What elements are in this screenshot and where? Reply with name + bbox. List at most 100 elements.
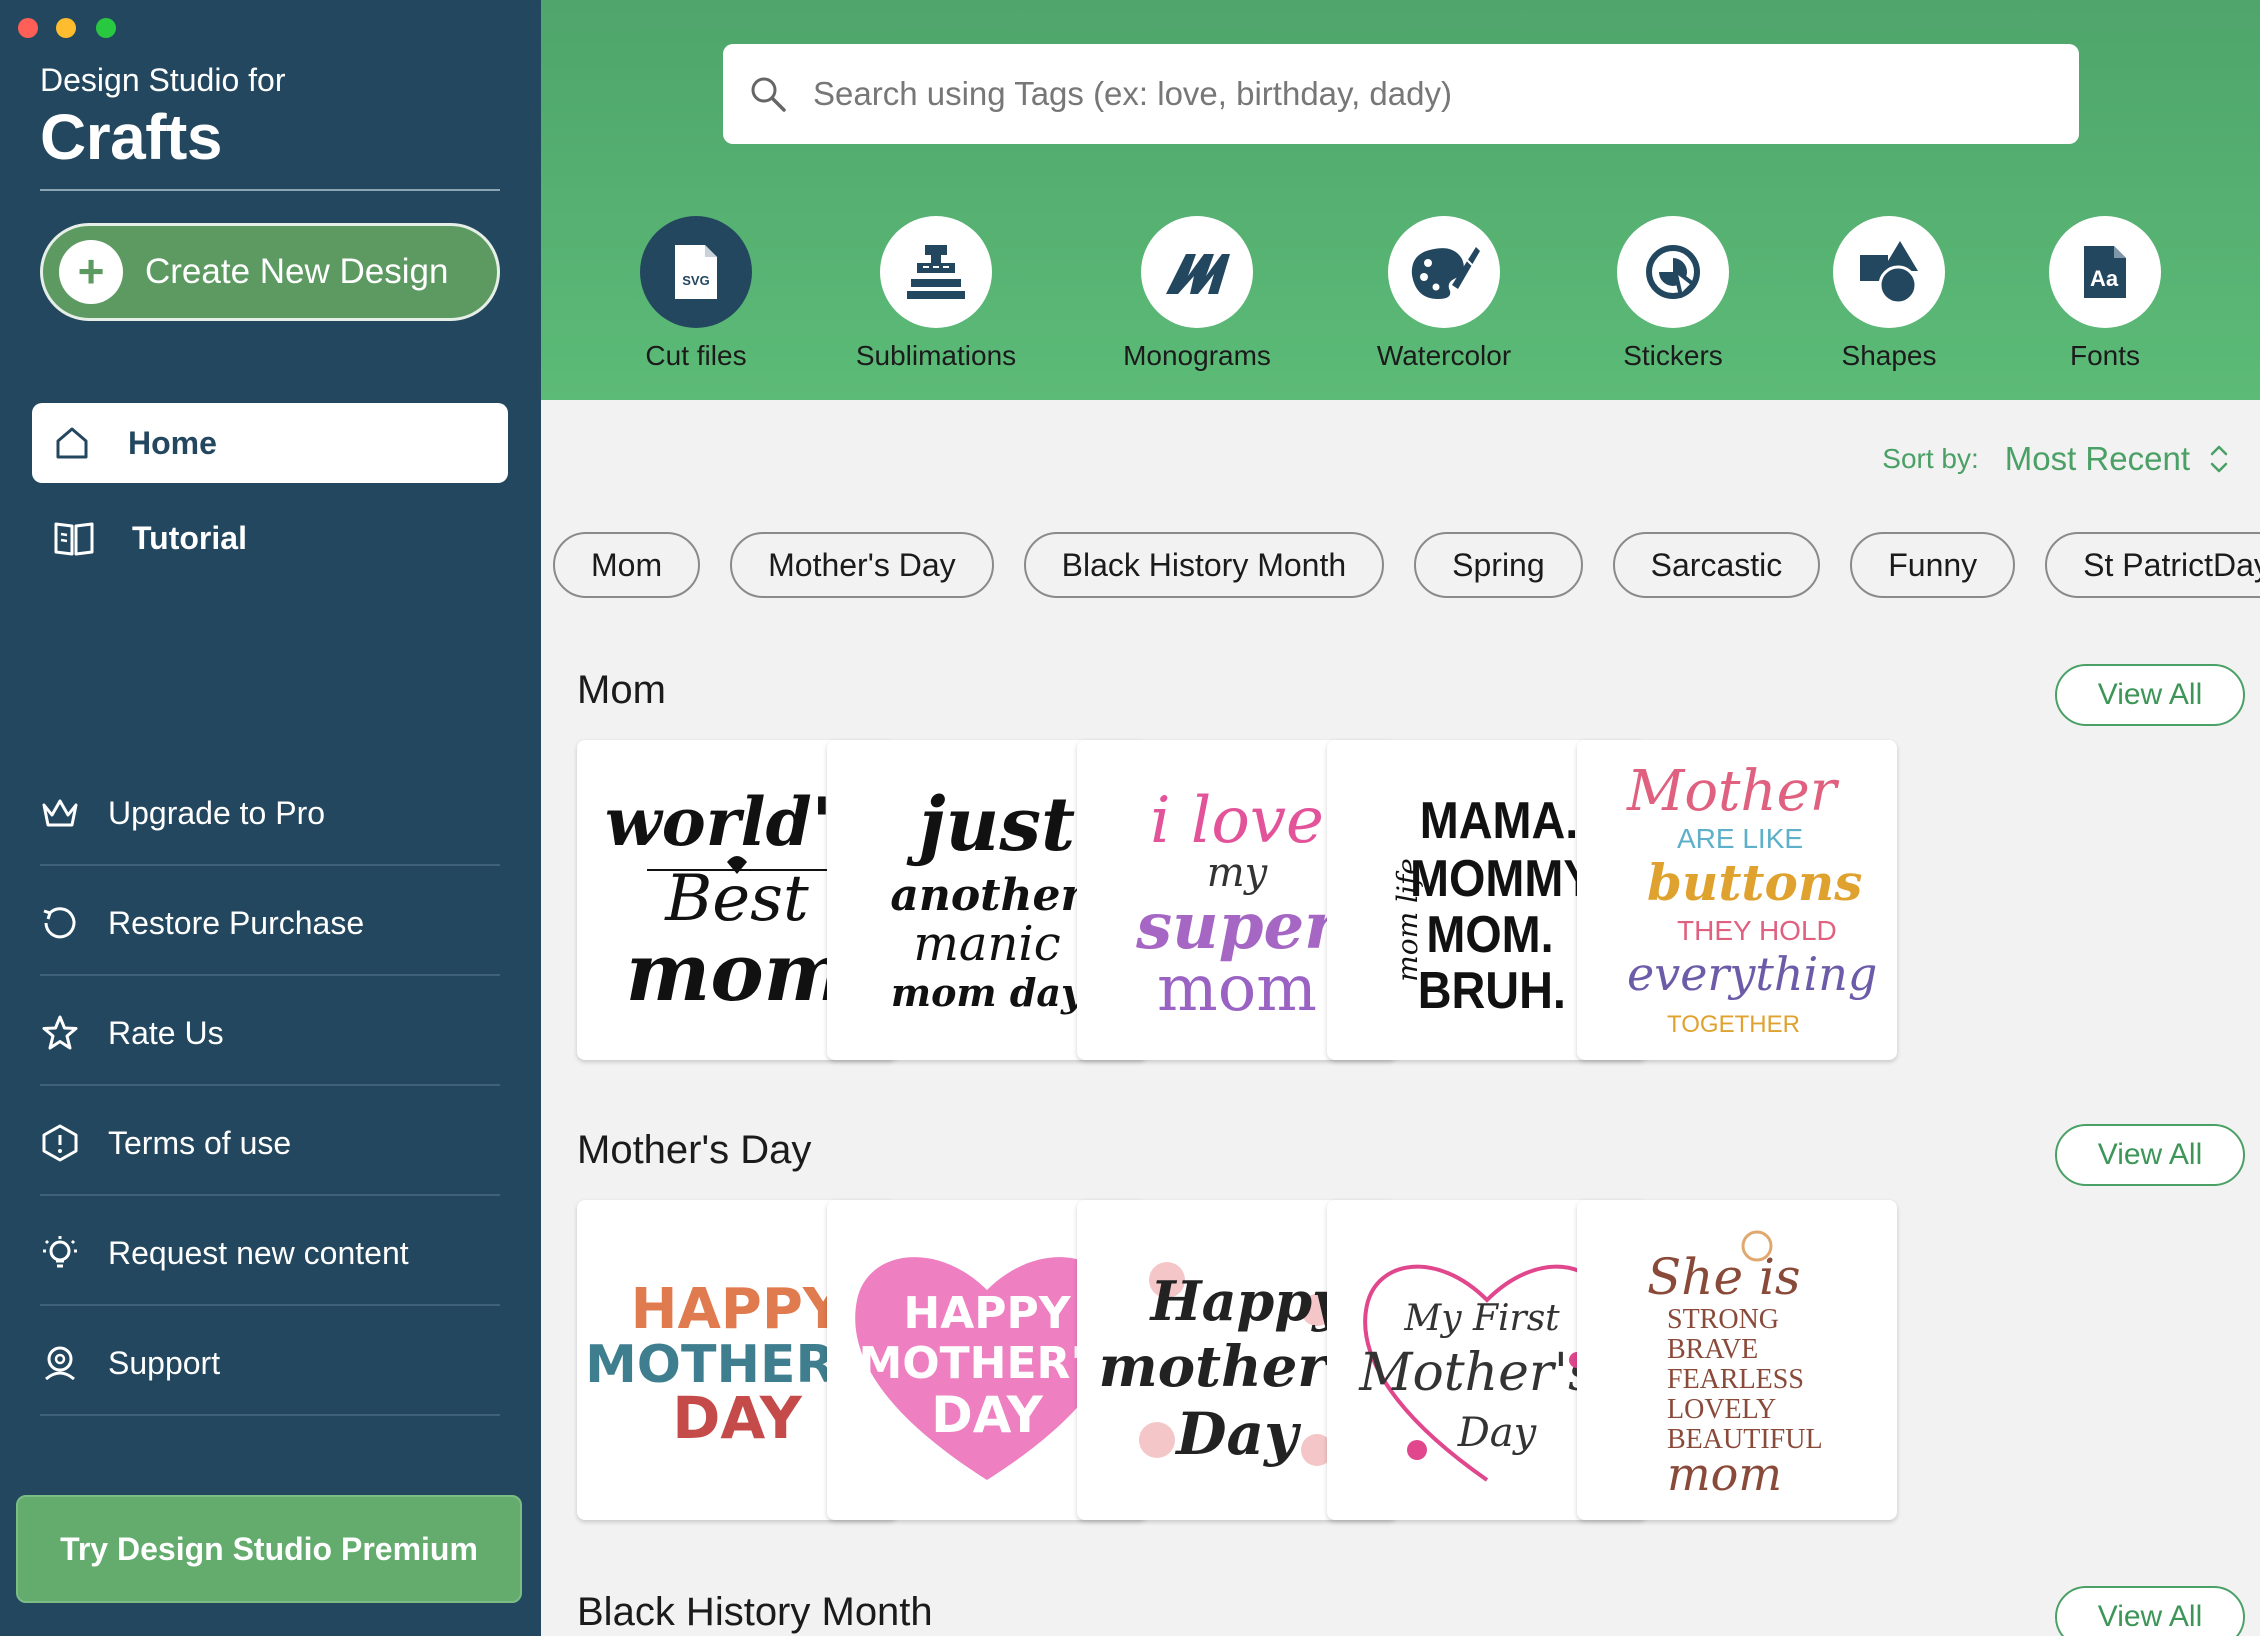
terms-of-use-item[interactable]: Terms of use <box>40 1088 500 1198</box>
category-cut-files[interactable]: SVG Cut files <box>576 216 816 372</box>
search-bar[interactable] <box>723 44 2079 144</box>
category-label: Stickers <box>1623 340 1723 371</box>
header: SVG Cut files Sublimations Monograms Wat… <box>541 0 2260 400</box>
section-title-mothers-day: Mother's Day <box>577 1128 812 1172</box>
support-item[interactable]: Support <box>40 1308 500 1418</box>
search-input[interactable] <box>813 75 2013 113</box>
chip-spring[interactable]: Spring <box>1414 532 1583 598</box>
design-card[interactable]: She is STRONG BRAVE FEARLESS LOVELY BEAU… <box>1577 1200 1897 1520</box>
category-circle <box>1833 216 1945 328</box>
design-text: THEY HOLD <box>1677 915 1837 946</box>
brand-subtitle: Design Studio for <box>40 62 286 98</box>
design-text: Day <box>1174 1400 1302 1468</box>
home-icon <box>56 427 88 459</box>
tag-chips: Mom Mother's Day Black History Month Spr… <box>553 532 2260 598</box>
view-all-mothers-day-button[interactable]: View All <box>2055 1124 2245 1186</box>
design-text: mom day <box>891 970 1086 1015</box>
category-label: Sublimations <box>855 340 1017 371</box>
menu-divider <box>40 864 500 866</box>
design-text: My First <box>1403 1298 1560 1339</box>
design-thumbnail: Mother ARE LIKE buttons THEY HOLD everyt… <box>1626 759 1877 1038</box>
menu-divider <box>40 974 500 976</box>
category-label: Cut files <box>645 340 747 371</box>
menu-divider <box>40 1194 500 1196</box>
chip-black-history-month[interactable]: Black History Month <box>1023 532 1385 598</box>
menu-divider <box>40 1084 500 1086</box>
design-text: mom life <box>1391 858 1424 982</box>
design-text: She is <box>1647 1248 1801 1306</box>
chip-funny[interactable]: Funny <box>1850 532 2016 598</box>
design-card[interactable]: Mother ARE LIKE buttons THEY HOLD everyt… <box>1577 740 1897 1060</box>
category-circle: Aa <box>2049 216 2161 328</box>
nav-item-home[interactable]: Home <box>32 403 508 483</box>
menu-item-label: Request new content <box>108 1234 409 1271</box>
design-text: i love <box>1150 784 1324 858</box>
category-circle <box>1617 216 1729 328</box>
design-text: MOM. <box>1426 906 1553 964</box>
category-circle <box>1141 216 1253 328</box>
category-watercolor[interactable]: Watercolor <box>1324 216 1564 372</box>
nav-item-label: Home <box>128 424 217 461</box>
sort-control[interactable]: Sort by: Most Recent <box>1882 440 2230 478</box>
view-all-mom-button[interactable]: View All <box>2055 664 2245 726</box>
design-text: Happy <box>1149 1269 1348 1333</box>
design-text: mom <box>1157 952 1317 1026</box>
book-icon <box>54 522 94 556</box>
chip-st-patricks-day[interactable]: St PatrictDay <box>2045 532 2260 598</box>
sort-value[interactable]: Most Recent <box>2005 440 2190 478</box>
design-text: TOGETHER <box>1667 1011 1800 1038</box>
app-window: Design Studio for Crafts + Create New De… <box>0 0 2260 1636</box>
chip-sarcastic[interactable]: Sarcastic <box>1612 532 1821 598</box>
nav-item-tutorial[interactable]: Tutorial <box>32 498 508 578</box>
category-sublimations[interactable]: Sublimations <box>816 216 1056 372</box>
category-shapes[interactable]: Shapes <box>1769 216 2009 372</box>
view-all-black-history-month-button[interactable]: View All <box>2055 1586 2245 1636</box>
try-premium-button[interactable]: Try Design Studio Premium <box>16 1495 522 1603</box>
design-text: ARE LIKE <box>1677 823 1803 854</box>
monogram-icon <box>1166 254 1230 294</box>
category-fonts[interactable]: Aa Fonts <box>1985 216 2225 372</box>
support-icon <box>45 1346 75 1381</box>
brand-title: Crafts <box>40 101 222 173</box>
design-text: MAMA. <box>1420 792 1579 850</box>
create-new-design-button[interactable]: + Create New Design <box>40 223 500 321</box>
category-stickers[interactable]: Stickers <box>1553 216 1793 372</box>
design-text: LOVELY <box>1667 1394 1776 1425</box>
design-text: STRONG <box>1667 1304 1779 1335</box>
font-icon: Aa <box>2084 246 2126 298</box>
design-text: HAPPY <box>631 1277 845 1342</box>
category-monograms[interactable]: Monograms <box>1077 216 1317 372</box>
create-new-design-label: Create New Design <box>145 252 449 291</box>
menu-item-label: Support <box>108 1344 221 1381</box>
palette-icon <box>1411 247 1480 299</box>
design-text: DAY <box>931 1386 1043 1444</box>
design-text: mom <box>1667 1447 1782 1501</box>
rate-us-item[interactable]: Rate Us <box>40 978 500 1088</box>
design-text: HAPPY <box>903 1288 1071 1339</box>
category-circle <box>1388 216 1500 328</box>
heat-press-icon <box>907 245 965 299</box>
design-text: another <box>890 870 1086 921</box>
upgrade-to-pro-item[interactable]: Upgrade to Pro <box>40 758 500 868</box>
nav-item-label: Tutorial <box>132 519 247 556</box>
main-content: Sort by: Most Recent Mom Mother's Day Bl… <box>541 400 2260 1636</box>
close-window-button[interactable] <box>18 18 38 38</box>
svg-text:SVG: SVG <box>682 273 709 288</box>
menu-item-label: Rate Us <box>108 1014 224 1051</box>
request-new-content-item[interactable]: Request new content <box>40 1198 500 1308</box>
shapes-icon <box>1860 241 1918 305</box>
restore-purchase-item[interactable]: Restore Purchase <box>40 868 500 978</box>
brand-divider <box>40 189 500 191</box>
design-text: BRUH. <box>1418 962 1566 1020</box>
zoom-window-button[interactable] <box>96 18 116 38</box>
design-text: Day <box>1457 1410 1538 1456</box>
design-text: MOMMY. <box>1410 850 1602 908</box>
category-label: Fonts <box>2069 340 2141 371</box>
design-text: Mother <box>1626 759 1840 824</box>
chip-mothers-day[interactable]: Mother's Day <box>730 532 994 598</box>
search-icon <box>751 77 786 112</box>
section-title-black-history-month: Black History Month <box>577 1590 933 1634</box>
chip-mom[interactable]: Mom <box>553 532 701 598</box>
design-text: mom <box>626 925 849 1019</box>
minimize-window-button[interactable] <box>56 18 76 38</box>
